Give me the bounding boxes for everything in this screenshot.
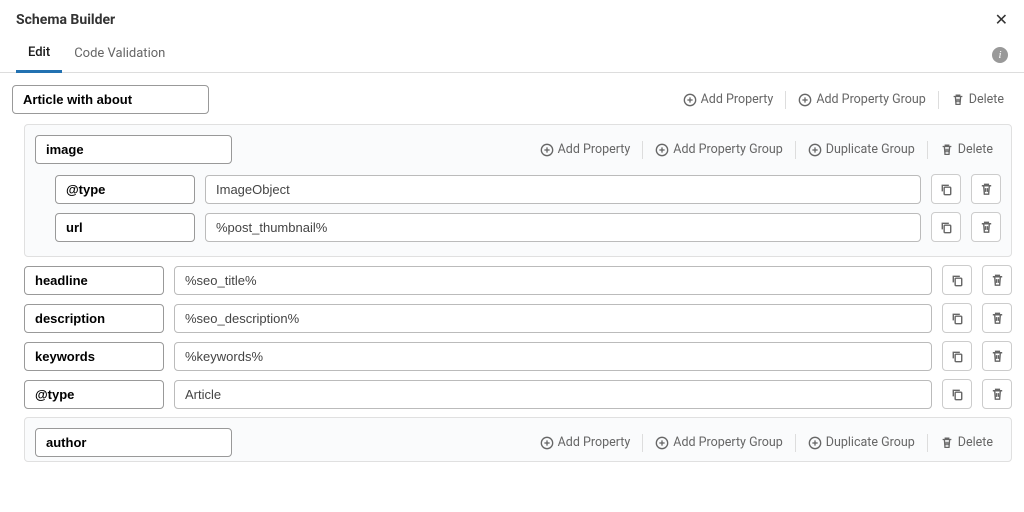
group-name-input[interactable] — [35, 135, 232, 164]
trash-icon — [990, 311, 1005, 326]
add-property-group-button[interactable]: Add Property Group — [647, 431, 790, 454]
copy-icon — [939, 182, 954, 197]
property-key-input[interactable] — [55, 213, 195, 242]
copy-button[interactable] — [942, 303, 972, 333]
group-name-input[interactable] — [35, 428, 232, 457]
tab-edit[interactable]: Edit — [16, 37, 62, 73]
property-row — [24, 265, 1012, 295]
copy-button[interactable] — [942, 341, 972, 371]
add-property-group-button[interactable]: Add Property Group — [647, 138, 790, 161]
tab-code-validation[interactable]: Code Validation — [62, 38, 177, 71]
trash-icon — [979, 182, 994, 197]
add-property-group-label: Add Property Group — [816, 92, 925, 107]
delete-button[interactable] — [982, 303, 1012, 333]
separator — [938, 91, 939, 109]
separator — [785, 91, 786, 109]
add-property-label: Add Property — [701, 92, 774, 107]
delete-button[interactable] — [971, 212, 1001, 242]
property-value-input[interactable] — [174, 380, 932, 409]
copy-button[interactable] — [931, 212, 961, 242]
copy-icon — [950, 311, 965, 326]
property-group: Add Property Add Property Group Duplicat… — [24, 124, 1012, 257]
copy-icon — [950, 387, 965, 402]
property-group: Add Property Add Property Group Duplicat… — [24, 417, 1012, 462]
property-row — [55, 212, 1001, 242]
delete-schema-button[interactable]: Delete — [943, 88, 1012, 111]
duplicate-group-button[interactable]: Duplicate Group — [800, 138, 923, 161]
property-row — [55, 174, 1001, 204]
trash-icon — [990, 349, 1005, 364]
add-property-group-button[interactable]: Add Property Group — [790, 88, 933, 111]
delete-group-button[interactable]: Delete — [932, 431, 1001, 454]
trash-icon — [979, 220, 994, 235]
duplicate-group-button[interactable]: Duplicate Group — [800, 431, 923, 454]
property-key-input[interactable] — [24, 266, 164, 295]
copy-icon — [950, 349, 965, 364]
property-row — [24, 303, 1012, 333]
delete-button[interactable] — [982, 379, 1012, 409]
copy-icon — [950, 273, 965, 288]
copy-icon — [939, 220, 954, 235]
add-property-button[interactable]: Add Property — [532, 431, 639, 454]
delete-button[interactable] — [971, 174, 1001, 204]
copy-button[interactable] — [942, 265, 972, 295]
property-key-input[interactable] — [55, 175, 195, 204]
property-value-input[interactable] — [174, 342, 932, 371]
property-value-input[interactable] — [205, 213, 921, 242]
property-key-input[interactable] — [24, 342, 164, 371]
add-property-button[interactable]: Add Property — [532, 138, 639, 161]
copy-button[interactable] — [942, 379, 972, 409]
property-value-input[interactable] — [205, 175, 921, 204]
delete-label: Delete — [969, 92, 1004, 107]
close-icon[interactable]: ✕ — [995, 10, 1008, 29]
add-property-button[interactable]: Add Property — [675, 88, 782, 111]
schema-name-input[interactable] — [12, 85, 209, 114]
delete-button[interactable] — [982, 341, 1012, 371]
delete-group-button[interactable]: Delete — [932, 138, 1001, 161]
property-key-input[interactable] — [24, 304, 164, 333]
page-title: Schema Builder — [16, 12, 115, 28]
property-value-input[interactable] — [174, 304, 932, 333]
delete-button[interactable] — [982, 265, 1012, 295]
trash-icon — [990, 387, 1005, 402]
trash-icon — [990, 273, 1005, 288]
property-row — [24, 341, 1012, 371]
property-key-input[interactable] — [24, 380, 164, 409]
property-row — [24, 379, 1012, 409]
copy-button[interactable] — [931, 174, 961, 204]
info-icon[interactable]: i — [992, 47, 1008, 63]
property-value-input[interactable] — [174, 266, 932, 295]
